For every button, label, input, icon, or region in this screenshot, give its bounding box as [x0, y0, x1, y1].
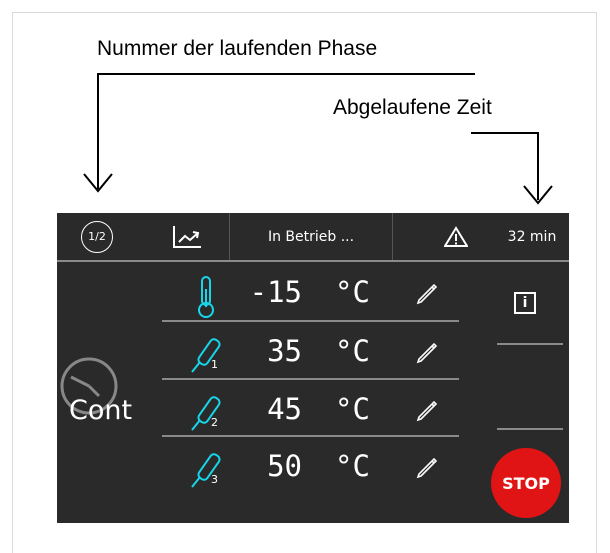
phase-counter[interactable]: 1/2	[77, 213, 117, 260]
unit-label: °C	[335, 275, 370, 309]
graph-trend-icon	[173, 225, 201, 248]
edit-pencil-icon[interactable]	[415, 397, 441, 423]
phase-counter-label: 1/2	[88, 230, 106, 243]
elapsed-time-value: 32 min	[507, 228, 557, 245]
probe-row: 3 50 °C	[162, 437, 452, 497]
elapsed-arrow-icon	[523, 185, 553, 205]
status-text: In Betrieb ...	[267, 228, 355, 245]
phase-number-annotation: Nummer der laufenden Phase	[97, 37, 378, 60]
side-divider	[497, 343, 563, 345]
stop-button[interactable]: STOP	[491, 448, 561, 518]
info-button[interactable]: i	[514, 292, 536, 314]
temperature-row: -15 °C	[162, 263, 452, 323]
stop-label: STOP	[502, 473, 550, 493]
phase-counter-icon: 1/2	[81, 220, 113, 253]
warning-icon	[444, 225, 468, 247]
info-icon: i	[522, 295, 528, 311]
side-divider	[497, 428, 563, 430]
setpoint-value: 45	[267, 392, 302, 426]
elapsed-time-annotation: Abgelaufene Zeit	[333, 96, 492, 119]
setpoint-value: 35	[267, 334, 302, 368]
graph-button[interactable]	[167, 213, 207, 260]
elapsed-leader-horizontal	[471, 132, 539, 134]
elapsed-time: 32 min	[497, 213, 567, 260]
probe-row: 2 45 °C	[162, 380, 452, 440]
device-display: 1/2 In Betrieb ... 32 min Cont -15 °C 1 …	[57, 213, 569, 523]
mode-label: Cont	[69, 395, 133, 426]
warning-button[interactable]	[441, 213, 471, 260]
edit-pencil-icon[interactable]	[415, 280, 441, 306]
unit-label: °C	[335, 334, 370, 368]
phase-arrow-icon	[83, 173, 113, 193]
setpoint-value: 50	[267, 449, 302, 483]
phase-leader-horizontal	[97, 73, 475, 75]
unit-label: °C	[335, 392, 370, 426]
status-bar-divider	[57, 260, 569, 262]
operation-status: In Betrieb ...	[229, 213, 393, 260]
status-bar: 1/2 In Betrieb ... 32 min	[57, 213, 569, 260]
edit-pencil-icon[interactable]	[415, 454, 441, 480]
setpoint-value: -15	[249, 275, 302, 309]
unit-label: °C	[335, 449, 370, 483]
edit-pencil-icon[interactable]	[415, 339, 441, 365]
probe-row: 1 35 °C	[162, 322, 452, 382]
